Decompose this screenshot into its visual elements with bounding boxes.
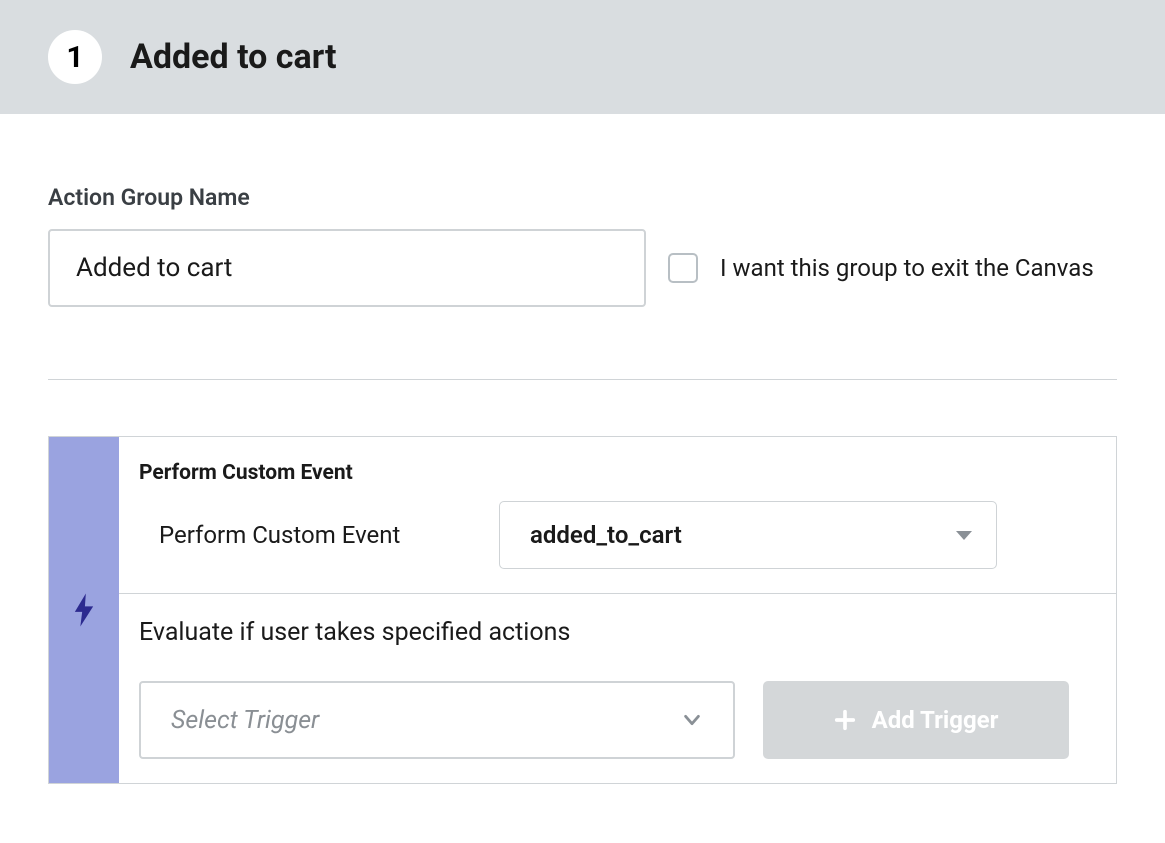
event-accent-bar [49,437,119,783]
chevron-down-icon [681,709,703,731]
add-trigger-button[interactable]: Add Trigger [763,681,1069,759]
step-title: Added to cart [130,37,336,77]
caret-down-icon [956,531,972,540]
trigger-row: Select Trigger Add Trigger [139,681,1096,759]
custom-event-heading: Perform Custom Event [139,461,1096,485]
section-divider [48,379,1117,380]
custom-event-row: Perform Custom Event added_to_cart [139,501,1096,569]
select-trigger-placeholder: Select Trigger [171,706,319,735]
content-area: Action Group Name I want this group to e… [0,114,1165,824]
custom-event-selected-value: added_to_cart [530,521,682,549]
plus-icon [834,709,856,731]
evaluate-section: Evaluate if user takes specified actions… [119,593,1116,783]
evaluate-label: Evaluate if user takes specified actions [139,618,1096,647]
step-number-badge: 1 [48,30,102,84]
step-header: 1 Added to cart [0,0,1165,114]
custom-event-section: Perform Custom Event Perform Custom Even… [119,437,1116,593]
exit-canvas-checkbox[interactable] [668,253,698,283]
custom-event-dropdown[interactable]: added_to_cart [499,501,997,569]
select-trigger-dropdown[interactable]: Select Trigger [139,681,735,759]
event-card: Perform Custom Event Perform Custom Even… [48,436,1117,784]
exit-canvas-checkbox-label[interactable]: I want this group to exit the Canvas [720,254,1094,282]
name-row: I want this group to exit the Canvas [48,229,1117,307]
exit-canvas-checkbox-wrap: I want this group to exit the Canvas [668,253,1094,283]
custom-event-row-label: Perform Custom Event [159,521,439,549]
add-trigger-label: Add Trigger [872,706,999,734]
action-group-name-input[interactable] [48,229,646,307]
step-number: 1 [66,40,83,75]
lightning-icon [73,593,95,627]
action-group-name-label: Action Group Name [48,184,1117,211]
event-body: Perform Custom Event Perform Custom Even… [119,437,1116,783]
action-group-name-section: Action Group Name I want this group to e… [48,184,1117,307]
